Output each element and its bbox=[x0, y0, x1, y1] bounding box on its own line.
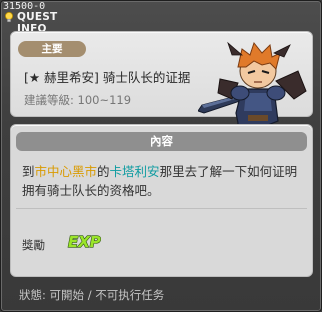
quest-name: [★ 赫里希安] 骑士队长的证据 bbox=[24, 70, 191, 85]
exp-icon-text: EXP bbox=[68, 233, 101, 250]
quest-content-card: 內容 到市中心黑市的卡塔利安那里去了解一下如何证明拥有骑士队长的资格吧。 獎勵 … bbox=[10, 124, 313, 277]
quest-description: 到市中心黑市的卡塔利安那里去了解一下如何证明拥有骑士队长的资格吧。 bbox=[22, 162, 304, 200]
quest-status: 狀態: 可開始 / 不可执行任务 bbox=[19, 287, 164, 303]
content-section-header: 內容 bbox=[16, 132, 307, 151]
npc-link[interactable]: 卡塔利安 bbox=[110, 164, 160, 179]
title-bar[interactable]: QUEST INFO bbox=[1, 10, 85, 35]
quest-info-window: 31500-0 QUEST INFO 主要 [★ 赫里希安] 骑士队长的证据 建… bbox=[0, 0, 322, 312]
desc-text-1: 到 bbox=[22, 164, 35, 179]
status-value-unavailable: 不可执行任务 bbox=[95, 288, 165, 302]
quest-category-badge: 主要 bbox=[18, 41, 86, 57]
status-separator: / bbox=[87, 288, 92, 302]
lightbulb-icon bbox=[3, 11, 15, 23]
desc-text-2: 的 bbox=[97, 164, 110, 179]
status-value-available: 可開始 bbox=[49, 288, 85, 302]
status-label: 狀態: bbox=[19, 288, 46, 302]
exp-reward-icon[interactable]: EXP bbox=[67, 232, 101, 251]
location-link[interactable]: 市中心黑市 bbox=[35, 164, 98, 179]
reward-label: 獎勵 bbox=[22, 238, 45, 252]
quest-summary-card: 主要 [★ 赫里希安] 骑士队长的证据 建議等級: 100~119 bbox=[10, 31, 313, 145]
level-requirement: 建議等級: 100~119 bbox=[24, 93, 132, 107]
content-divider bbox=[16, 208, 307, 209]
